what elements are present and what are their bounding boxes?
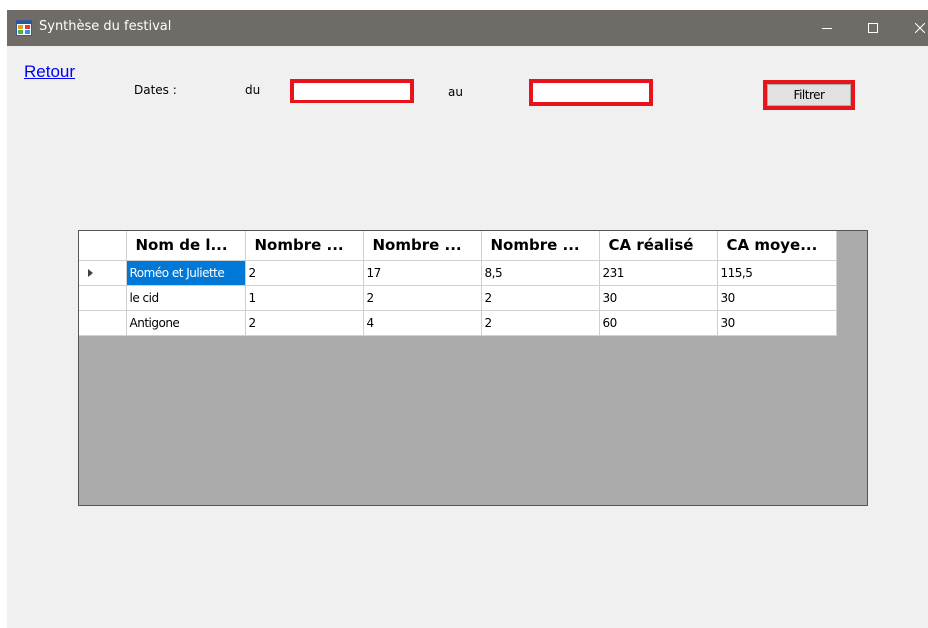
- table-cell[interactable]: 2: [481, 285, 600, 311]
- table-cell[interactable]: 30: [717, 285, 837, 311]
- row-header[interactable]: [79, 285, 127, 311]
- table-cell[interactable]: 2: [481, 310, 600, 336]
- table-cell[interactable]: 2: [363, 285, 482, 311]
- column-header[interactable]: Nombre ...: [481, 231, 600, 261]
- table-cell[interactable]: 17: [363, 260, 482, 286]
- to-label: au: [448, 85, 463, 99]
- close-button[interactable]: [897, 10, 928, 46]
- from-date-highlight: [290, 79, 414, 103]
- window-title: Synthèse du festival: [39, 19, 172, 34]
- filter-button-highlight: Filtrer: [763, 80, 855, 110]
- current-row-arrow-icon: [88, 268, 93, 277]
- back-link[interactable]: Retour: [24, 62, 75, 82]
- filter-button[interactable]: Filtrer: [767, 84, 851, 106]
- column-header[interactable]: CA moye...: [717, 231, 837, 261]
- row-header[interactable]: [79, 310, 127, 336]
- table-cell[interactable]: 1: [245, 285, 364, 311]
- table-cell[interactable]: 115,5: [717, 260, 837, 286]
- minimize-button[interactable]: [804, 10, 850, 46]
- table-cell[interactable]: Roméo et Juliette: [126, 260, 246, 286]
- column-header[interactable]: Nombre ...: [363, 231, 482, 261]
- synthesis-grid[interactable]: Nom de l... Nombre ... Nombre ... Nombre…: [78, 230, 868, 506]
- row-header-corner: [79, 231, 127, 261]
- table-cell[interactable]: Antigone: [126, 310, 246, 336]
- to-date-highlight: [529, 79, 653, 106]
- winforms-app-icon: [16, 20, 32, 36]
- table-cell[interactable]: le cid: [126, 285, 246, 311]
- table-cell[interactable]: 30: [599, 285, 718, 311]
- table-cell[interactable]: 4: [363, 310, 482, 336]
- table-row[interactable]: le cid 1 2 2 30 30: [79, 285, 837, 311]
- from-label: du: [245, 83, 261, 97]
- header-row: Nom de l... Nombre ... Nombre ... Nombre…: [79, 231, 837, 261]
- table-cell[interactable]: 60: [599, 310, 718, 336]
- table-row[interactable]: Antigone 2 4 2 60 30: [79, 310, 837, 336]
- minimize-icon: [822, 28, 832, 29]
- to-date-input[interactable]: [533, 83, 649, 102]
- table-cell[interactable]: 231: [599, 260, 718, 286]
- column-header[interactable]: Nombre ...: [245, 231, 364, 261]
- table-cell[interactable]: 8,5: [481, 260, 600, 286]
- table-row[interactable]: Roméo et Juliette 2 17 8,5 231 115,5: [79, 260, 837, 286]
- table-cell[interactable]: 2: [245, 260, 364, 286]
- close-icon: [915, 23, 925, 33]
- dates-label: Dates :: [134, 83, 177, 97]
- maximize-icon: [868, 23, 878, 33]
- from-date-input[interactable]: [294, 84, 410, 100]
- title-bar[interactable]: Synthèse du festival: [7, 10, 928, 46]
- maximize-button[interactable]: [850, 10, 896, 46]
- table-cell[interactable]: 2: [245, 310, 364, 336]
- column-header[interactable]: CA réalisé: [599, 231, 718, 261]
- app-window: Synthèse du festival Retour Dates : du a…: [7, 10, 928, 628]
- table-cell[interactable]: 30: [717, 310, 837, 336]
- row-header[interactable]: [79, 260, 127, 286]
- column-header[interactable]: Nom de l...: [126, 231, 246, 261]
- synthesis-table: Nom de l... Nombre ... Nombre ... Nombre…: [79, 231, 837, 336]
